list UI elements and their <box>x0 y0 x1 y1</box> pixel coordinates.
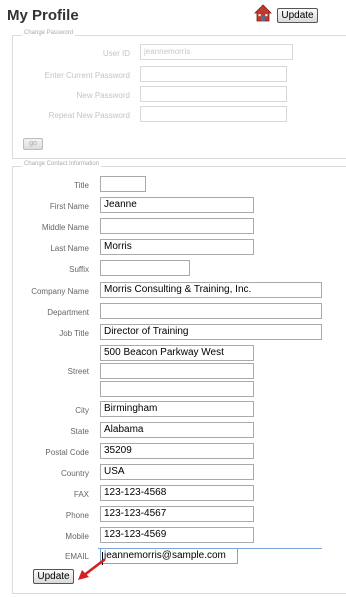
contact-legend: Change Contact Information <box>22 161 102 167</box>
phone-label: Phone <box>65 511 89 520</box>
first-name-label: First Name <box>49 202 89 211</box>
country-label: Country <box>60 469 89 478</box>
home-icon[interactable] <box>254 4 272 22</box>
title-field[interactable] <box>100 176 146 192</box>
repeat-password-label: Repeat New Password <box>48 111 130 120</box>
job-title-field[interactable]: Director of Training <box>100 324 322 340</box>
repeat-password-field[interactable] <box>140 106 287 122</box>
last-name-label: Last Name <box>50 244 89 253</box>
title-label: Title <box>74 181 89 190</box>
state-field[interactable]: Alabama <box>100 422 254 438</box>
last-name-field[interactable]: Morris <box>100 239 254 255</box>
current-password-field[interactable] <box>140 66 287 82</box>
postal-code-label: Postal Code <box>45 448 89 457</box>
phone-field[interactable]: 123-123-4567 <box>100 506 254 522</box>
city-label: City <box>75 406 89 415</box>
email-field[interactable]: jeannemorris@sample.com <box>100 548 238 564</box>
company-name-label: Company Name <box>31 287 89 296</box>
country-field[interactable]: USA <box>100 464 254 480</box>
street-line2-field[interactable] <box>100 363 254 379</box>
new-password-field[interactable] <box>140 86 287 102</box>
street-label: Street <box>67 367 89 376</box>
street-line3-field[interactable] <box>100 381 254 397</box>
current-password-label: Enter Current Password <box>44 71 130 80</box>
suffix-field[interactable] <box>100 260 190 276</box>
fax-label: FAX <box>73 490 89 499</box>
state-label: State <box>70 427 89 436</box>
city-field[interactable]: Birmingham <box>100 401 254 417</box>
red-arrow-icon <box>78 558 106 580</box>
page-title: My Profile <box>7 7 79 24</box>
user-id-label: User ID <box>102 49 130 58</box>
fax-field[interactable]: 123-123-4568 <box>100 485 254 501</box>
department-label: Department <box>47 308 89 317</box>
go-button[interactable]: go <box>23 138 43 150</box>
postal-code-field[interactable]: 35209 <box>100 443 254 459</box>
mobile-label: Mobile <box>65 532 89 541</box>
company-name-field[interactable]: Morris Consulting & Training, Inc. <box>100 282 322 298</box>
department-field[interactable] <box>100 303 322 319</box>
update-button[interactable]: Update <box>33 569 74 584</box>
new-password-label: New Password <box>76 91 130 100</box>
user-id-field[interactable]: jeannemorris <box>140 44 293 60</box>
job-title-label: Job Title <box>59 329 89 338</box>
top-update-button[interactable]: Update <box>277 8 318 23</box>
password-legend: Change Password <box>22 30 76 36</box>
middle-name-field[interactable] <box>100 218 254 234</box>
first-name-field[interactable]: Jeanne <box>100 197 254 213</box>
mobile-field[interactable]: 123-123-4569 <box>100 527 254 543</box>
suffix-label: Suffix <box>69 265 89 274</box>
middle-name-label: Middle Name <box>41 223 89 232</box>
street-line1-field[interactable]: 500 Beacon Parkway West <box>100 345 254 361</box>
